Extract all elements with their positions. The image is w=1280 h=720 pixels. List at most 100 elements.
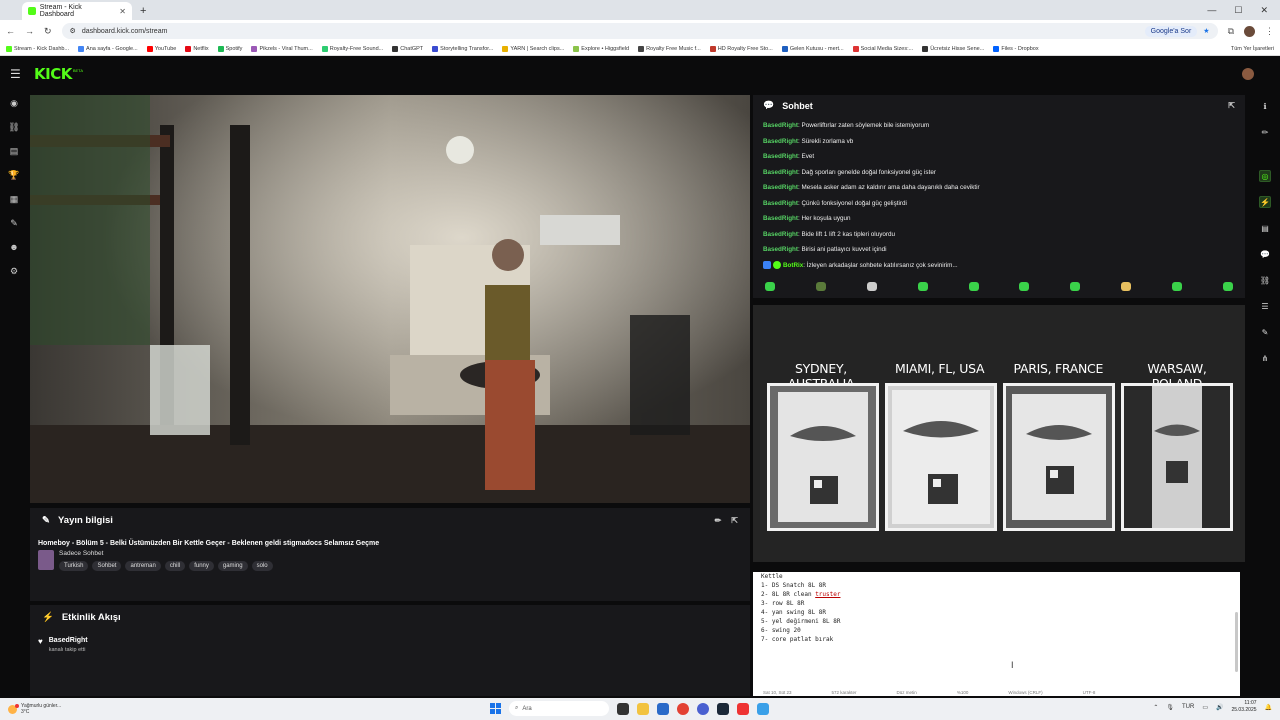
tag-chip[interactable]: Sohbet (92, 561, 122, 571)
bookmark-item[interactable]: Explore • Higgsfield (573, 45, 629, 52)
bookmark-item[interactable]: YARN | Search clips... (502, 45, 564, 52)
tray-chevron-icon[interactable]: ⌃ (1153, 704, 1158, 711)
bookmark-item[interactable]: Ana sayfa - Google... (78, 45, 138, 52)
site-info-icon[interactable]: ⚙ (70, 27, 76, 35)
community-nav-icon[interactable]: ☻ (9, 242, 19, 252)
mic-icon[interactable]: 🎙 (1166, 704, 1174, 711)
bookmark-item[interactable]: Royalty-Free Sound... (321, 45, 383, 52)
file-explorer-icon[interactable] (637, 702, 649, 715)
share-widget-icon[interactable]: ⋔ (1259, 352, 1271, 364)
bookmark-star-icon[interactable]: ★ (1203, 27, 1209, 35)
pencil-icon[interactable]: ✏ (1259, 126, 1271, 138)
reload-icon[interactable]: ↻ (44, 26, 52, 37)
stream-nav-icon[interactable]: ◉ (9, 98, 19, 108)
camera-widget-icon[interactable]: ◎ (1259, 170, 1271, 182)
bookmark-item[interactable]: Netflix (185, 45, 209, 52)
notepad-scrollbar[interactable] (1235, 612, 1238, 672)
maximize-icon[interactable]: ☐ (1234, 5, 1242, 16)
notifications-icon[interactable]: 🔔 (1265, 704, 1272, 711)
bookmark-item[interactable]: ChatGPT (392, 45, 423, 52)
category-thumbnail[interactable] (38, 550, 54, 570)
emote-icon[interactable] (1121, 282, 1132, 291)
hamburger-menu-icon[interactable]: ☰ (10, 67, 28, 81)
emote-icon[interactable] (1222, 282, 1233, 291)
emote-icon[interactable] (968, 282, 979, 291)
profile-avatar[interactable] (1244, 25, 1255, 37)
lang-indicator[interactable]: TUR (1182, 704, 1194, 710)
wrench-widget-icon[interactable]: ✎ (1259, 326, 1271, 338)
chat-widget-icon[interactable]: 💬 (1259, 248, 1271, 260)
start-button[interactable] (490, 703, 501, 714)
list-widget-icon[interactable]: ☰ (1259, 300, 1271, 312)
bookmark-item[interactable]: YouTube (146, 45, 176, 52)
tag-chip[interactable]: solo (251, 561, 273, 571)
chat-popout-icon[interactable]: ⇱ (1228, 101, 1235, 110)
bookmark-item[interactable]: Pikzels - Viral Thum... (251, 45, 313, 52)
close-tab-icon[interactable]: ✕ (119, 7, 126, 16)
info-icon[interactable]: ℹ (1259, 100, 1271, 112)
bookmark-item[interactable]: Storytelling Transfor... (432, 45, 493, 52)
weather-widget[interactable]: Yağmurlu günler... 3°C (0, 703, 61, 715)
browser-tab-kick[interactable]: Stream - Kick Dashboard ✕ (22, 2, 132, 20)
misspelled-word[interactable]: truster (815, 591, 840, 598)
bolt-widget-icon[interactable]: ⚡ (1259, 196, 1271, 208)
taskbar-search[interactable]: ⌕ Ara (509, 701, 609, 716)
extensions-icon[interactable]: ⧉ (1228, 26, 1234, 37)
chat-username[interactable]: BasedRight (763, 231, 798, 238)
tag-chip[interactable]: antreman (125, 561, 161, 571)
emote-icon[interactable] (917, 282, 928, 291)
chat-username[interactable]: BasedRight (763, 246, 798, 253)
chat-username[interactable]: BasedRight (763, 169, 798, 176)
close-window-icon[interactable]: ✕ (1260, 5, 1268, 16)
emote-icon[interactable] (765, 282, 775, 291)
tools-nav-icon[interactable]: ✎ (9, 218, 19, 228)
menu-dots-icon[interactable]: ⋮ (1265, 26, 1274, 37)
activity-user[interactable]: BasedRight (49, 637, 88, 644)
bookmark-item[interactable]: Gelen Kutusu - mert... (781, 45, 844, 52)
bookmark-item[interactable]: HD Royalty Free Sto... (709, 45, 773, 52)
chat-username[interactable]: BasedRight (763, 153, 798, 160)
bookmark-item[interactable]: Ücretsiz Hisse Sene... (922, 45, 984, 52)
chrome-icon[interactable] (677, 702, 689, 715)
notepad-app-icon[interactable] (757, 702, 769, 715)
kick-logo[interactable]: KICK (34, 65, 72, 83)
task-view-icon[interactable] (617, 702, 629, 715)
steam-icon[interactable] (717, 702, 729, 715)
tag-chip[interactable]: funny (189, 561, 214, 571)
category-name[interactable]: Sadece Sohbet (59, 550, 273, 557)
stream-video-preview[interactable] (30, 95, 750, 503)
tag-chip[interactable]: gaming (217, 561, 248, 571)
emote-icon[interactable] (1172, 282, 1182, 291)
app-icon[interactable] (697, 702, 709, 715)
emote-icon[interactable] (1070, 282, 1081, 291)
store-icon[interactable] (657, 702, 669, 715)
popout-icon[interactable]: ⇱ (731, 516, 738, 525)
link-widget-icon[interactable]: ⛓ (1259, 274, 1271, 286)
user-avatar[interactable] (1242, 68, 1254, 80)
library-nav-icon[interactable]: ▦ (9, 194, 19, 204)
minimize-icon[interactable]: — (1207, 5, 1216, 15)
emote-icon[interactable] (866, 282, 877, 291)
all-bookmarks-button[interactable]: Tüm Yer İşaretleri (1231, 46, 1274, 52)
chat-username[interactable]: BotRix (783, 262, 803, 269)
notes-widget-icon[interactable]: ▤ (1259, 222, 1271, 234)
clock[interactable]: 11:07 25.03.2025 (1231, 700, 1256, 714)
tag-chip[interactable]: Turkish (59, 561, 89, 571)
content-nav-icon[interactable]: ▤ (9, 146, 19, 156)
google-ask-chip[interactable]: Google'a Sor (1144, 25, 1198, 37)
notepad-window[interactable]: Kettle 1- DS Snatch 8L 8R 2- 8L 8R clean t… (753, 572, 1240, 696)
emote-icon[interactable] (815, 282, 826, 291)
settings-nav-icon[interactable]: ⚙ (9, 266, 19, 276)
chat-username[interactable]: BasedRight (763, 138, 798, 145)
app-notification-icon[interactable] (737, 702, 749, 715)
forward-icon[interactable]: → (25, 26, 34, 36)
bookmark-item[interactable]: Social Media Sizes:... (852, 45, 913, 52)
bookmark-item[interactable]: Files - Dropbox (993, 45, 1039, 52)
chat-username[interactable]: BasedRight (763, 122, 798, 129)
chat-username[interactable]: BasedRight (763, 200, 798, 207)
emote-icon[interactable] (1019, 282, 1030, 291)
bookmark-item[interactable]: Royalty Free Music f... (638, 45, 701, 52)
notepad-text[interactable]: Kettle 1- DS Snatch 8L 8R 2- 8L 8R clean t… (753, 572, 1240, 644)
chat-username[interactable]: BasedRight (763, 215, 798, 222)
link-nav-icon[interactable]: ⛓ (8, 122, 19, 132)
